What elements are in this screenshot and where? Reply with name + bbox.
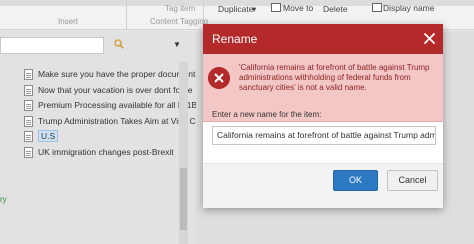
tree-item-label: Now that your vacation is over dont forg…	[38, 85, 193, 95]
tree-item-label: Trump Administration Takes Aim at Visa C	[38, 116, 196, 126]
search-input[interactable]	[0, 37, 104, 54]
cancel-button[interactable]: Cancel	[387, 170, 438, 191]
document-icon	[24, 130, 33, 142]
duplicate-button[interactable]: Duplicate	[218, 4, 253, 14]
ok-button[interactable]: OK	[333, 170, 378, 191]
new-name-input[interactable]: California remains at forefront of battl…	[212, 126, 436, 145]
tree-item[interactable]: UK immigration changes post-Brexit	[24, 145, 196, 159]
tree-item-label: U.S	[38, 130, 59, 142]
display-name-button[interactable]: Display name	[383, 3, 435, 13]
move-to-button[interactable]: Move to	[283, 3, 313, 13]
document-icon	[24, 146, 33, 158]
content-tagging-label: Content Tagging	[150, 17, 209, 26]
dialog-header: Rename	[203, 24, 443, 54]
tree-item-label: Make sure you have the proper document	[38, 69, 196, 79]
document-icon	[24, 115, 33, 127]
scrollbar-thumb[interactable]	[180, 168, 187, 230]
tag-item-label[interactable]: Tag item	[165, 4, 195, 13]
tree-item[interactable]: Make sure you have the proper document	[24, 67, 196, 81]
duplicate-dropdown-icon[interactable]: ▾	[252, 4, 256, 15]
checkbox-icon[interactable]	[372, 3, 382, 12]
rename-prompt-label: Enter a new name for the item:	[212, 110, 322, 119]
insert-group-label: Insert	[58, 17, 79, 26]
document-icon	[24, 68, 33, 80]
error-icon	[208, 67, 230, 89]
tree-item-label: Premium Processing available for all H-1…	[38, 100, 196, 110]
tree-footer-text: ry	[0, 195, 7, 204]
document-icon	[24, 84, 33, 96]
search-icon[interactable]	[114, 39, 124, 49]
tree-item[interactable]: Premium Processing available for all H-1…	[24, 98, 196, 112]
error-message: 'California remains at forefront of batt…	[239, 63, 430, 92]
move-to-icon	[271, 3, 281, 12]
tree-item[interactable]: Now that your vacation is over dont forg…	[24, 83, 196, 97]
chevron-down-icon[interactable]: ▼	[173, 40, 181, 49]
tree-item-label: UK immigration changes post-Brexit	[38, 147, 174, 157]
close-icon[interactable]	[423, 32, 436, 45]
tree-item-selected[interactable]: U.S	[24, 129, 196, 143]
dialog-title: Rename	[212, 32, 258, 46]
toolbar-separator	[126, 0, 127, 30]
tree-item[interactable]: Trump Administration Takes Aim at Visa C	[24, 114, 196, 128]
document-icon	[24, 99, 33, 111]
delete-button[interactable]: Delete	[323, 4, 348, 14]
